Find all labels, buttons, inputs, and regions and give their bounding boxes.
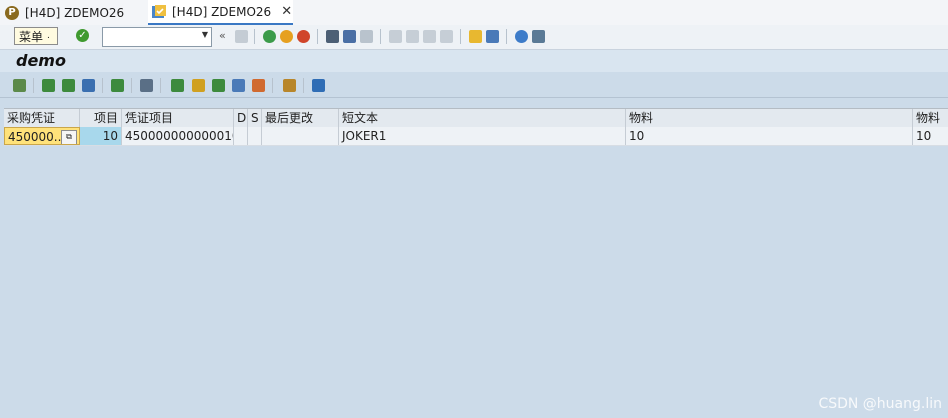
customize-layout-icon[interactable] [532, 30, 545, 43]
alv-toolbar [0, 73, 948, 98]
sort-ascending-icon[interactable] [42, 79, 55, 92]
sort-descending-icon[interactable] [62, 79, 75, 92]
cancel-icon[interactable] [297, 30, 310, 43]
divider [102, 78, 103, 93]
details-icon[interactable] [13, 79, 26, 92]
shortcut-icon[interactable] [486, 30, 499, 43]
deletion-flag-cell[interactable] [234, 127, 248, 145]
divider [506, 29, 507, 44]
divider [380, 29, 381, 44]
print-icon[interactable] [326, 30, 339, 43]
tab-label: [H4D] ZDEMO26 [25, 5, 125, 20]
new-session-icon[interactable] [469, 30, 482, 43]
chevron-down-icon[interactable]: ▼ [202, 30, 208, 39]
last-changed-cell[interactable] [262, 127, 339, 145]
close-icon[interactable]: ✕ [281, 4, 292, 19]
collapse-icon[interactable]: « [219, 29, 226, 42]
menu-button-label: 菜单 [19, 29, 44, 44]
first-page-icon[interactable] [389, 30, 402, 43]
tab-strip: P [H4D] ZDEMO26 [H4D] ZDEMO26 ✕ [0, 0, 948, 26]
divider [317, 29, 318, 44]
material-cell[interactable]: 10 [626, 127, 913, 145]
divider [33, 78, 34, 93]
divider [272, 78, 273, 93]
column-header[interactable]: 短文本 [339, 109, 626, 127]
local-file-icon[interactable] [212, 79, 225, 92]
material-cell[interactable]: 10 [913, 127, 948, 145]
find-next-icon[interactable] [360, 30, 373, 43]
page-title: demo [16, 51, 66, 70]
column-header[interactable]: 采购凭证 [4, 109, 80, 127]
exit-icon[interactable] [280, 30, 293, 43]
tab-session-2[interactable]: [H4D] ZDEMO26 ✕ [148, 0, 293, 25]
grid-header-row: 采购凭证 项目 凭证项目 D S 最后更改 短文本 物料 物料 [4, 108, 948, 128]
column-header[interactable]: 物料 [913, 109, 948, 127]
save-icon[interactable] [235, 30, 248, 43]
word-processing-icon[interactable] [192, 79, 205, 92]
print-preview-icon[interactable] [140, 79, 153, 92]
export-icon[interactable] [171, 79, 184, 92]
sap-transaction-icon [152, 4, 166, 18]
divider [254, 29, 255, 44]
graphic-icon[interactable] [252, 79, 265, 92]
item-cell[interactable]: 10 [80, 127, 122, 145]
document-item-cell[interactable]: 450000000000010 [122, 127, 234, 145]
column-header[interactable]: 凭证项目 [122, 109, 234, 127]
column-header[interactable]: S [248, 109, 262, 127]
command-field[interactable]: ▼ [102, 27, 212, 47]
previous-page-icon[interactable] [406, 30, 419, 43]
value-help-icon[interactable]: ⧉ [61, 130, 77, 144]
system-toolbar: 菜单 . ✓ ▼ « [0, 25, 948, 50]
divider [303, 78, 304, 93]
po-number-cell[interactable]: 450000... ⧉ [4, 127, 80, 145]
menu-marker: . [47, 31, 50, 41]
menu-button[interactable]: 菜单 . [14, 27, 58, 45]
abc-analysis-icon[interactable] [232, 79, 245, 92]
change-layout-icon[interactable] [283, 79, 296, 92]
sap-logon-icon: P [5, 5, 19, 20]
information-icon[interactable] [312, 79, 325, 92]
last-page-icon[interactable] [440, 30, 453, 43]
find-icon[interactable] [343, 30, 356, 43]
column-header[interactable]: 物料 [626, 109, 913, 127]
command-input[interactable] [103, 28, 203, 46]
divider [160, 78, 161, 93]
column-header[interactable]: D [234, 109, 248, 127]
column-header[interactable]: 项目 [80, 109, 122, 127]
enter-check-icon[interactable]: ✓ [76, 29, 89, 42]
tab-session-1[interactable]: P [H4D] ZDEMO26 [5, 0, 124, 25]
title-bar: demo [0, 50, 948, 72]
help-icon[interactable] [515, 30, 528, 43]
column-header[interactable]: 最后更改 [262, 109, 339, 127]
short-text-cell[interactable]: JOKER1 [339, 127, 626, 145]
tab-label: [H4D] ZDEMO26 [172, 4, 272, 19]
watermark: CSDN @huang.lin [818, 396, 942, 412]
divider [131, 78, 132, 93]
table-row[interactable]: 450000... ⧉ 10 450000000000010 JOKER1 10… [4, 127, 948, 146]
status-cell[interactable] [248, 127, 262, 145]
back-icon[interactable] [263, 30, 276, 43]
next-page-icon[interactable] [423, 30, 436, 43]
divider [460, 29, 461, 44]
cell-value: 450000... [8, 130, 66, 144]
total-icon[interactable] [111, 79, 124, 92]
filter-icon[interactable] [82, 79, 95, 92]
